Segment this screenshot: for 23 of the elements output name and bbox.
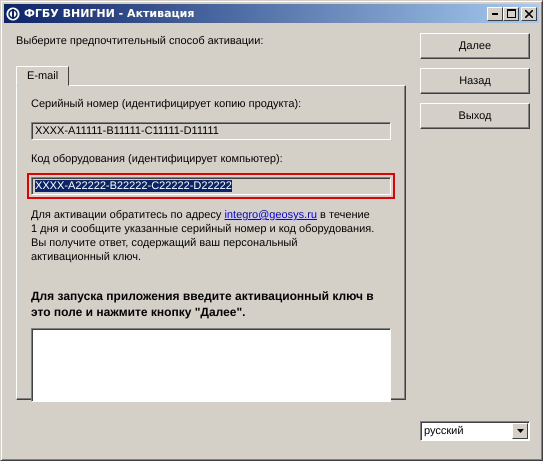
- code-field[interactable]: XXXX-A22222-B22222-C22222-D22222: [31, 177, 391, 195]
- close-icon: [525, 10, 533, 18]
- action-button[interactable]: Далее: [420, 33, 530, 59]
- window-title: ФГБУ ВНИГНИ - Активация: [24, 7, 196, 20]
- action-button[interactable]: Назад: [420, 68, 530, 94]
- close-button[interactable]: [521, 6, 537, 20]
- language-dropdown[interactable]: русский: [420, 421, 530, 441]
- code-field[interactable]: XXXX-A11111-B11111-C11111-D11111: [31, 122, 391, 140]
- prompt-text: Выберите предпочтительный способ активации:: [16, 35, 264, 49]
- key-prompt-text: Для запуска приложения введите активационный ключ в это поле и нажмите кнопку "Далее".: [31, 288, 375, 320]
- logo-icon: [6, 6, 20, 20]
- email-link[interactable]: integro@geosys.ru: [224, 209, 317, 221]
- instructions-text: Для активации обратитесь по адресу integro@geosys.ru в течение 1 дня и сообщите указанные серийный номер и код оборудования. Вы получите ответ, содержащий ваш персональный активационный ключ.: [31, 208, 376, 264]
- tab[interactable]: E-mail: [16, 66, 70, 86]
- minimize-icon: [492, 12, 498, 14]
- action-button[interactable]: Выход: [420, 103, 530, 129]
- minimize-button[interactable]: [487, 6, 503, 20]
- dropdown-arrow-icon: [516, 429, 524, 433]
- maximize-button[interactable]: [503, 6, 519, 20]
- maximize-icon: [506, 9, 516, 18]
- field-label: Серийный номер (идентифицирует копию продукта):: [31, 98, 302, 110]
- key-input-field[interactable]: [31, 328, 391, 402]
- field-label: Код оборудования (идентифицирует компьютер):: [31, 153, 284, 165]
